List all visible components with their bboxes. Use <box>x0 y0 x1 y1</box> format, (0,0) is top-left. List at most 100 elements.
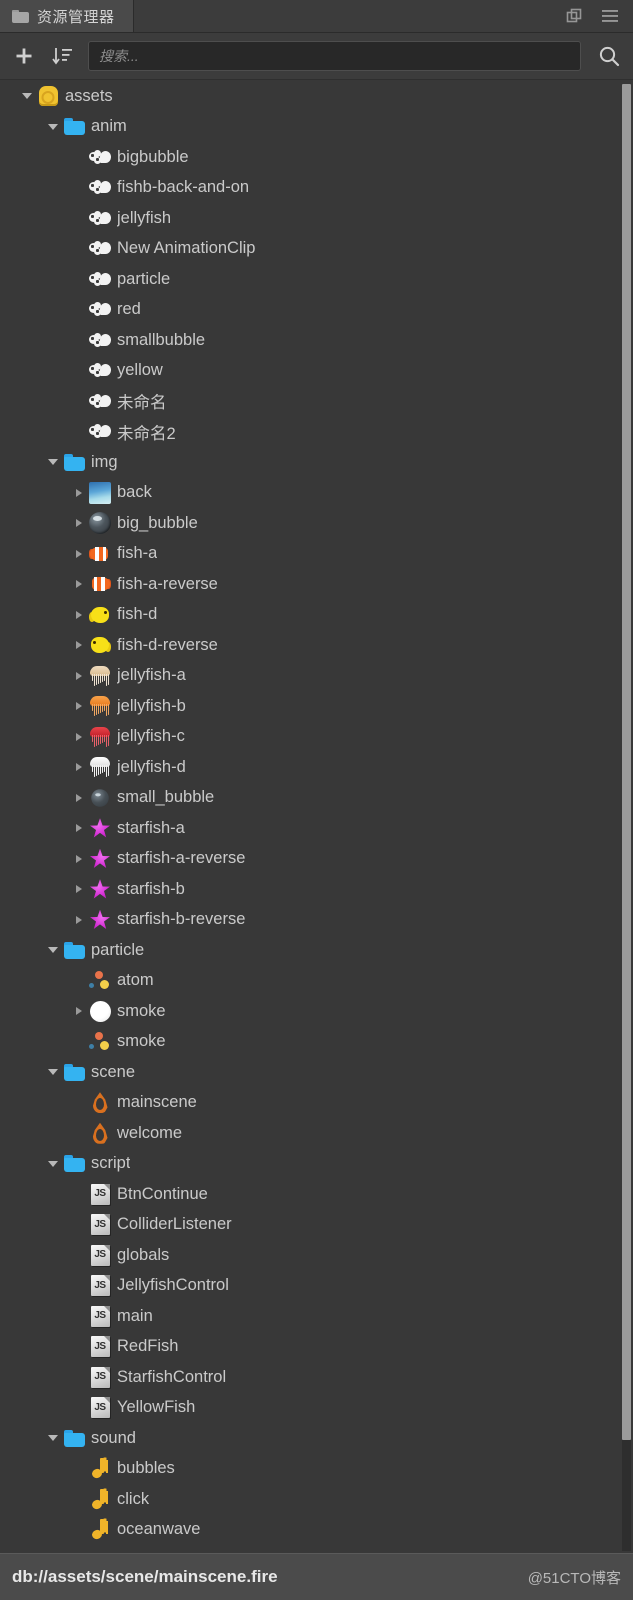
tree-row[interactable]: JS RedFish <box>0 1332 633 1363</box>
tree-row[interactable]: fish-d <box>0 600 633 631</box>
chevron-right-icon[interactable] <box>70 661 88 691</box>
tree-row-label: img <box>91 452 118 471</box>
chevron-down-icon[interactable] <box>44 1149 62 1179</box>
tree-row[interactable]: JS YellowFish <box>0 1393 633 1424</box>
particle-icon <box>89 970 111 991</box>
tree-row[interactable]: script <box>0 1149 633 1180</box>
tree-row-label: fish-a-reverse <box>117 574 218 593</box>
tree-row[interactable]: mainscene <box>0 1088 633 1119</box>
tree-row[interactable]: welcome <box>0 1118 633 1149</box>
tree-row[interactable]: particle <box>0 264 633 295</box>
animation-clip-icon <box>89 363 111 378</box>
tree-row[interactable]: JS main <box>0 1301 633 1332</box>
tree-row[interactable]: jellyfish-b <box>0 691 633 722</box>
hamburger-menu-icon[interactable] <box>601 9 619 23</box>
chevron-down-icon[interactable] <box>44 935 62 965</box>
search-input[interactable] <box>88 41 581 71</box>
tree-row[interactable]: starfish-b <box>0 874 633 905</box>
image-jellyfish-c-thumb <box>88 725 112 749</box>
tree-row[interactable]: click <box>0 1484 633 1515</box>
tree-row[interactable]: yellow <box>0 356 633 387</box>
tree-row[interactable]: oceanwave <box>0 1515 633 1546</box>
chevron-right-icon[interactable] <box>70 539 88 569</box>
popout-window-icon[interactable] <box>566 8 583 25</box>
chevron-right-icon[interactable] <box>70 752 88 782</box>
sort-descending-icon[interactable] <box>50 44 74 68</box>
tree-row[interactable]: red <box>0 295 633 326</box>
tree-row[interactable]: fish-a <box>0 539 633 570</box>
tree-row[interactable]: JS ColliderListener <box>0 1210 633 1241</box>
tree-row[interactable]: jellyfish-c <box>0 722 633 753</box>
chevron-right-icon[interactable] <box>70 905 88 935</box>
particle-icon <box>89 1031 111 1052</box>
tree-row[interactable]: bubbles <box>0 1454 633 1485</box>
tree-row[interactable]: smoke <box>0 1027 633 1058</box>
tree-row[interactable]: big_bubble <box>0 508 633 539</box>
tree-row[interactable]: fishb-back-and-on <box>0 173 633 204</box>
chevron-down-icon[interactable] <box>18 81 36 111</box>
tree-row-label: New AnimationClip <box>117 239 256 258</box>
chevron-right-icon[interactable] <box>70 691 88 721</box>
tree-row[interactable]: sound <box>0 1423 633 1454</box>
chevron-right-icon[interactable] <box>70 630 88 660</box>
chevron-right-icon[interactable] <box>70 569 88 599</box>
tree-row-label: fish-a <box>117 544 158 563</box>
chevron-right-icon[interactable] <box>70 722 88 752</box>
tab-asset-explorer[interactable]: 资源管理器 <box>0 0 134 32</box>
animation-clip-icon <box>89 332 111 348</box>
tree-row[interactable]: jellyfish-a <box>0 661 633 692</box>
image-starfish-b-reverse-thumb <box>88 908 112 932</box>
sound-note-icon <box>88 1487 112 1511</box>
tree-row[interactable]: particle <box>0 935 633 966</box>
chevron-right-icon[interactable] <box>70 996 88 1026</box>
search-icon[interactable] <box>595 45 623 67</box>
tree-row[interactable]: starfish-a-reverse <box>0 844 633 875</box>
scrollbar-thumb[interactable] <box>622 84 631 1440</box>
tree-row-label: anim <box>91 117 127 136</box>
tree-row[interactable]: starfish-b-reverse <box>0 905 633 936</box>
tree-row-label: bigbubble <box>117 147 189 166</box>
tree-row[interactable]: fish-a-reverse <box>0 569 633 600</box>
tree-row[interactable]: scene <box>0 1057 633 1088</box>
tree-row[interactable]: fish-d-reverse <box>0 630 633 661</box>
tree-row[interactable]: img <box>0 447 633 478</box>
animation-clip-icon <box>89 241 111 256</box>
tree-twisty-empty <box>70 1515 88 1545</box>
plus-icon[interactable] <box>12 44 36 68</box>
chevron-down-icon[interactable] <box>44 447 62 477</box>
tree-row[interactable]: bigbubble <box>0 142 633 173</box>
chevron-right-icon[interactable] <box>70 874 88 904</box>
chevron-right-icon[interactable] <box>70 783 88 813</box>
tree-row[interactable]: small_bubble <box>0 783 633 814</box>
tree-row[interactable]: smoke <box>0 996 633 1027</box>
tree-row[interactable]: JS globals <box>0 1240 633 1271</box>
chevron-down-icon[interactable] <box>44 1423 62 1453</box>
tree-row[interactable]: assets <box>0 81 633 112</box>
chevron-right-icon[interactable] <box>70 844 88 874</box>
tree-row-label: script <box>91 1154 131 1173</box>
tree-row[interactable]: jellyfish-d <box>0 752 633 783</box>
tree-twisty-empty <box>70 1393 88 1423</box>
tree-row[interactable]: jellyfish <box>0 203 633 234</box>
tree-row[interactable]: 未命名 <box>0 386 633 417</box>
tree-row[interactable]: New AnimationClip <box>0 234 633 265</box>
chevron-right-icon[interactable] <box>70 508 88 538</box>
tree-row[interactable]: 未命名2 <box>0 417 633 448</box>
js-script-icon: JS <box>90 1366 110 1388</box>
tree-row[interactable]: JS StarfishControl <box>0 1362 633 1393</box>
tree-row[interactable]: back <box>0 478 633 509</box>
folder-icon <box>63 118 85 136</box>
tree-row[interactable]: atom <box>0 966 633 997</box>
tree-row[interactable]: anim <box>0 112 633 143</box>
tree-row[interactable]: smallbubble <box>0 325 633 356</box>
chevron-down-icon[interactable] <box>44 112 62 142</box>
chevron-right-icon[interactable] <box>70 478 88 508</box>
chevron-right-icon[interactable] <box>70 813 88 843</box>
asset-tree[interactable]: assets anim bigbubble fishb-back-and-on jell… <box>0 81 633 1553</box>
tree-row[interactable]: JS JellyfishControl <box>0 1271 633 1302</box>
chevron-right-icon[interactable] <box>70 600 88 630</box>
tree-row[interactable]: starfish-a <box>0 813 633 844</box>
tree-row[interactable]: JS BtnContinue <box>0 1179 633 1210</box>
tree-twisty-empty <box>70 1240 88 1270</box>
chevron-down-icon[interactable] <box>44 1057 62 1087</box>
